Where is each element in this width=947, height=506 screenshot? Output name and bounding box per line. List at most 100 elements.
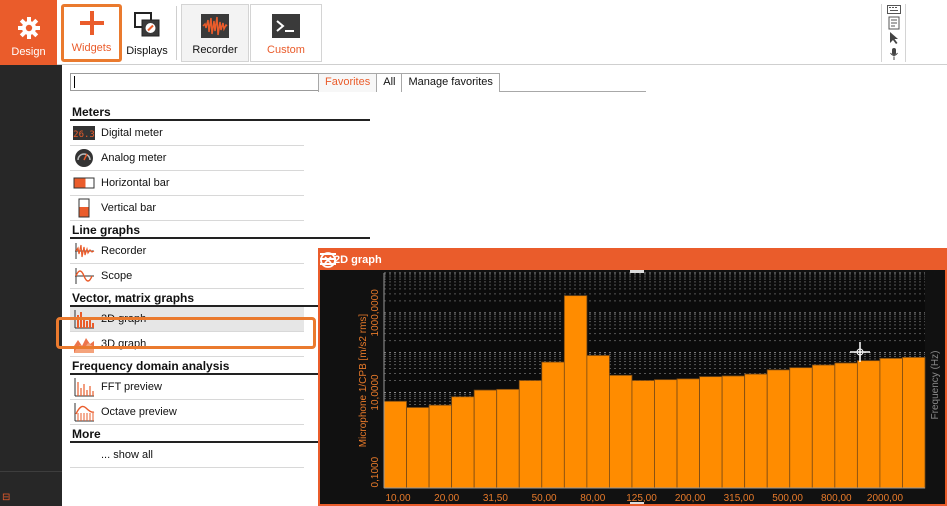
design-label: Design: [11, 46, 46, 58]
vertical-bar-icon: [78, 198, 90, 218]
widget-icon-slot: [73, 445, 95, 465]
category-heading: Meters: [70, 103, 370, 121]
bar: [879, 357, 903, 489]
bar: [699, 376, 723, 489]
toolbar-divider: [176, 6, 177, 60]
bar: [383, 400, 407, 489]
bar: [518, 380, 543, 489]
digital-meter-icon: 26.3: [73, 126, 95, 140]
resize-handle[interactable]: [630, 502, 644, 504]
widget-icon-slot: [73, 402, 95, 422]
spectrum-chart[interactable]: 0,1000 10,0000 1000,0000 10,00 20,00 31,50 50,…: [320, 270, 945, 504]
y-tick-label: 1000,0000: [370, 289, 381, 337]
recorder-label: Recorder: [192, 44, 238, 56]
small-marker-icon: ⊟: [2, 492, 11, 503]
bar: [473, 389, 498, 489]
bar: [834, 362, 858, 489]
widget-item-label: FFT preview: [101, 381, 162, 393]
widget-item-label: Scope: [101, 270, 133, 282]
widget-item-label: Analog meter: [101, 152, 167, 164]
keyboard-icon[interactable]: [886, 4, 901, 14]
design-button[interactable]: Design: [0, 0, 57, 65]
widget-item-fft-preview[interactable]: FFT preview: [70, 375, 304, 400]
recorder-button[interactable]: Recorder: [181, 4, 249, 62]
microphone-icon[interactable]: [888, 47, 900, 61]
tab-favorites[interactable]: Favorites: [318, 73, 378, 92]
scope-icon: [75, 268, 94, 284]
bar: [631, 380, 655, 489]
canvas-edge: ⊟: [0, 65, 62, 506]
x-tick-label: 80,00: [580, 493, 605, 504]
x-tick-label: 10,00: [385, 493, 410, 504]
svg-text:26.3: 26.3: [73, 130, 95, 140]
widget-icon-slot: [73, 148, 95, 168]
widgets-label: Widgets: [71, 42, 112, 54]
bar: [811, 364, 836, 489]
widget-item-show-all[interactable]: ... show all: [70, 443, 304, 468]
x-tick-label: 2000,00: [867, 493, 904, 504]
widget-item-scope[interactable]: Scope: [70, 264, 304, 289]
displays-label: Displays: [126, 45, 168, 57]
bar: [766, 369, 791, 489]
widget-item-label: Horizontal bar: [101, 177, 170, 189]
fft-preview-icon: [74, 378, 94, 397]
bar: [451, 396, 475, 489]
selection-highlight: [56, 317, 316, 349]
widget-item-analog-meter[interactable]: Analog meter: [70, 146, 304, 171]
y-tick-label: 10,0000: [370, 374, 381, 411]
bar: [406, 407, 430, 489]
widget-item-label: Vertical bar: [101, 202, 157, 214]
resize-handle[interactable]: [630, 270, 644, 273]
x-tick-label: 200,00: [675, 493, 706, 504]
bar: [721, 375, 746, 489]
widget-item-octave-preview[interactable]: Octave preview: [70, 400, 304, 425]
x-tick-label: 20,00: [434, 493, 459, 504]
displays-button[interactable]: Displays: [122, 4, 172, 62]
bar: [609, 374, 633, 489]
widget-item-vertical-bar[interactable]: Vertical bar: [70, 196, 304, 221]
main-toolbar: Design Widgets Displays Recorder Custom: [0, 0, 947, 65]
widget-panel: Meters 26.3 Digital meter Analog meter Horiz…: [62, 65, 370, 506]
widget-item-label: Octave preview: [101, 406, 177, 418]
close-icon[interactable]: [320, 252, 336, 268]
tab-all[interactable]: All: [376, 73, 403, 92]
displays-icon: [134, 12, 160, 37]
bar: [541, 361, 565, 489]
gear-icon: [17, 17, 40, 39]
widget-icon-slot: 26.3: [73, 123, 95, 143]
toolbar-scroll-area[interactable]: [905, 4, 945, 62]
document-icon[interactable]: [888, 16, 900, 30]
x-axis-label: Frequency (Hz): [930, 351, 941, 420]
widget-item-label: Digital meter: [101, 127, 163, 139]
widgets-button[interactable]: Widgets: [61, 4, 122, 62]
x-tick-label: 315,00: [724, 493, 755, 504]
cursor-icon[interactable]: [888, 31, 900, 45]
graph-title: 2D graph: [334, 254, 382, 266]
x-tick-label: 31,50: [483, 493, 508, 504]
widget-icon-slot: [73, 377, 95, 397]
text-caret: [74, 76, 75, 88]
x-tick-label: 800,00: [821, 493, 852, 504]
custom-button[interactable]: Custom: [250, 4, 322, 62]
recorder-graph-icon: [75, 243, 95, 259]
bar: [496, 388, 520, 489]
bar: [563, 295, 588, 489]
tab-manage-favorites[interactable]: Manage favorites: [401, 73, 500, 92]
custom-label: Custom: [267, 44, 305, 56]
widget-item-label: Recorder: [101, 245, 147, 257]
waveform-icon: [201, 14, 229, 38]
graph-titlebar[interactable]: 2D graph: [320, 250, 945, 270]
x-tick-label: 500,00: [772, 493, 803, 504]
bar: [856, 360, 881, 489]
widget-item-recorder[interactable]: Recorder: [70, 239, 304, 264]
widget-item-digital-meter[interactable]: 26.3 Digital meter: [70, 121, 304, 146]
widget-icon-slot: [73, 266, 95, 286]
widget-item-horizontal-bar[interactable]: Horizontal bar: [70, 171, 304, 196]
bar: [654, 379, 678, 489]
horizontal-bar-icon: [73, 177, 95, 189]
x-tick-label: 50,00: [532, 493, 557, 504]
analog-meter-icon: [75, 149, 93, 167]
2d-graph-widget[interactable]: 2D graph 0,1000 10,0000 1000,0000 10,00 20,0…: [318, 248, 947, 506]
bar: [586, 355, 610, 489]
side-tool-icons: [881, 4, 905, 62]
